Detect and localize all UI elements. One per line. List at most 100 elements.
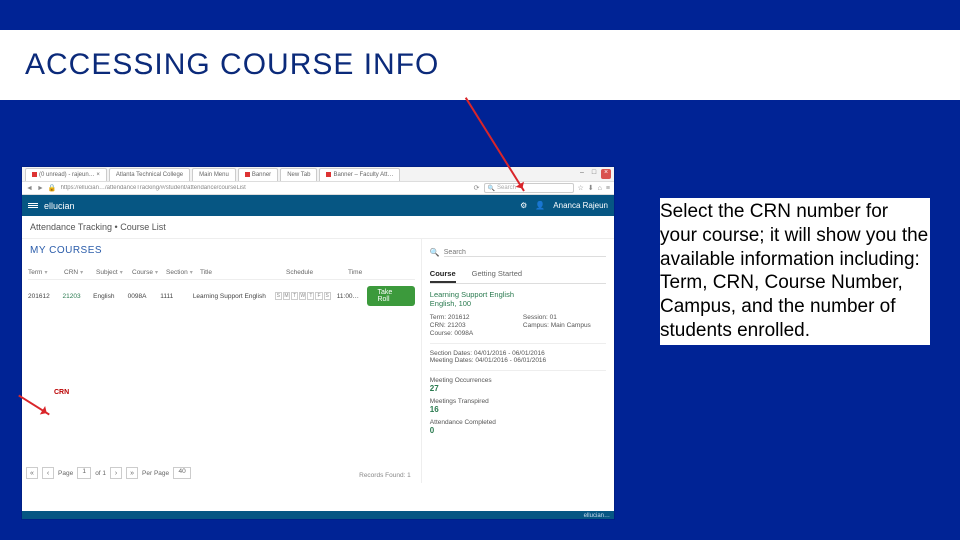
right-pane: 🔍 Course Getting Started Learning Suppor… [422,239,614,483]
pager-last-button[interactable]: » [126,467,138,479]
address-text[interactable]: https://ellucian…/attendanceTracking/#/s… [61,185,470,191]
col-course[interactable]: Course▾ [132,269,160,276]
window-maximize-icon[interactable]: □ [589,169,599,179]
explain-text: Select the CRN number for your course; i… [660,198,930,345]
metric-value: 0 [430,426,606,435]
sort-icon: ▾ [120,269,123,276]
tab-label: Atlanta Technical College [116,172,183,178]
day-chip: W [299,292,306,300]
browser-tab[interactable]: Main Menu [192,168,236,181]
detail-tabs: Course Getting Started [430,266,606,284]
take-roll-button[interactable]: Take Roll [367,286,414,306]
pager-first-button[interactable]: « [26,467,38,479]
pager-perpage-label: Per Page [142,470,169,477]
nav-forward-icon[interactable]: ► [37,185,44,192]
kv-crn: CRN: 21203 [430,322,513,329]
sort-icon: ▾ [44,269,47,276]
col-schedule[interactable]: Schedule [286,269,342,276]
pager-prev-button[interactable]: ‹ [42,467,54,479]
search-input[interactable] [444,249,606,257]
col-title[interactable]: Title [200,269,280,276]
pager-page-label: Page [58,470,73,477]
browser-tab[interactable]: Atlanta Technical College [109,168,190,181]
app-footer: ellucian… [22,511,614,519]
gear-icon[interactable]: ⚙ [520,201,527,210]
tab-getting-started[interactable]: Getting Started [472,266,522,283]
cell-crn[interactable]: 21203 [62,293,87,300]
cell-section: 1111 [160,293,187,300]
browser-tab[interactable]: New Tab [280,168,317,181]
metric-value: 27 [430,384,606,393]
cell-schedule: S M T W T F S [275,292,331,300]
cell-course: 0098A [128,293,155,300]
col-subject[interactable]: Subject▾ [96,269,126,276]
day-chip: M [283,292,290,300]
explain-text-block: Select the CRN number for your course; i… [660,198,930,345]
slide-top-bar [0,0,960,30]
window-close-icon[interactable]: × [601,169,611,179]
app-brand: ellucian [44,201,75,211]
slide-title-band: ACCESSING COURSE INFO [0,30,960,100]
tab-course[interactable]: Course [430,266,456,283]
col-section[interactable]: Section▾ [166,269,194,276]
records-found: Records Found: 1 [359,472,411,479]
metric-label: Meetings Transpired [430,398,606,405]
download-icon[interactable]: ⬇ [588,184,594,192]
cell-title: Learning Support English [193,293,269,300]
tab-label: (0 unread) - rajeun… × [39,172,100,178]
app-bar: ellucian ⚙ 👤 Ananca Rajeun [22,195,614,216]
cell-term: 201612 [28,293,56,300]
search-row: 🔍 [430,245,606,260]
avatar-icon[interactable]: 👤 [535,201,545,210]
hamburger-icon[interactable] [28,202,38,209]
pager-of-label: of 1 [95,470,106,477]
tab-label: Banner [252,172,271,178]
app-screenshot: (0 unread) - rajeun… × Atlanta Technical… [22,167,614,519]
search-icon: 🔍 [430,248,440,257]
browser-tab[interactable]: Banner – Faculty Att… [319,168,400,181]
sort-icon: ▾ [190,269,193,276]
kv-campus: Campus: Main Campus [523,322,606,329]
col-time[interactable]: Time [348,269,374,276]
browser-tab[interactable]: (0 unread) - rajeun… × [25,168,107,181]
crn-callout-label: CRN [54,389,69,396]
home-icon[interactable]: ⌂ [598,185,602,192]
annotation-arrow-icon [18,395,50,416]
kv-session: Session: 01 [523,314,606,321]
content-area: MY COURSES Term▾ CRN▾ Subject▾ Course▾ S… [22,239,614,483]
day-chip: T [307,292,314,300]
my-courses-heading: MY COURSES [30,245,415,256]
window-minimize-icon[interactable]: – [577,169,587,179]
divider [430,343,606,344]
tab-label: New Tab [287,172,310,178]
course-title: Learning Support English English, 100 [430,290,606,308]
favicon-icon [326,172,331,177]
pager-perpage-select[interactable]: 40 [173,467,191,479]
breadcrumb: Attendance Tracking • Course List [22,216,614,239]
favicon-icon [245,172,250,177]
col-crn[interactable]: CRN▾ [64,269,90,276]
kv-term: Term: 201612 [430,314,513,321]
bookmark-icon[interactable]: ☆ [578,184,584,192]
day-chip: S [275,292,282,300]
browser-tab[interactable]: Banner [238,168,278,181]
sort-icon: ▾ [155,269,158,276]
cell-time: 11:00… [337,293,362,300]
pager: « ‹ Page 1 of 1 › » Per Page 40 [26,467,191,479]
divider [430,370,606,371]
search-placeholder: Search [497,185,516,191]
table-row[interactable]: 201612 21203 English 0098A 1111 Learning… [28,280,415,312]
nav-back-icon[interactable]: ◄ [26,185,33,192]
user-name[interactable]: Ananca Rajeun [553,201,608,210]
metric-value: 16 [430,405,606,414]
day-chip: F [315,292,322,300]
tab-label: Main Menu [199,172,229,178]
reload-icon[interactable]: ⟳ [474,184,480,192]
menu-icon[interactable]: ≡ [606,185,610,192]
tab-label: Banner – Faculty Att… [333,172,393,178]
col-term[interactable]: Term▾ [28,269,58,276]
favicon-icon [32,172,37,177]
pager-next-button[interactable]: › [110,467,122,479]
pager-page-input[interactable]: 1 [77,467,91,479]
day-chip: S [324,292,331,300]
